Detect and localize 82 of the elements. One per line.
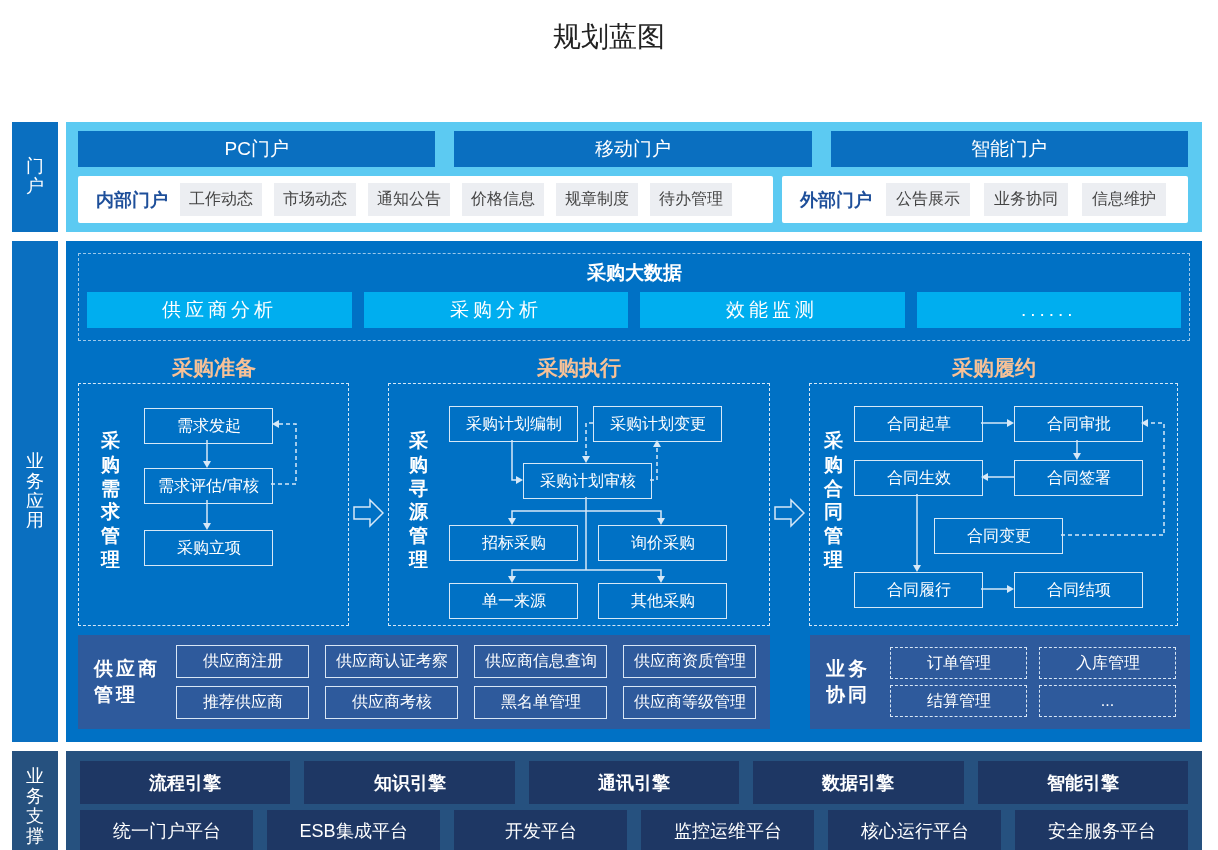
- platform-tile: ESB集成平台: [267, 810, 440, 850]
- portal-tag: 价格信息: [462, 183, 544, 216]
- portal-tag: 业务协同: [984, 183, 1068, 216]
- analysis-tile: 效能监测: [640, 292, 905, 328]
- engine-tile: 知识引擎: [304, 761, 515, 804]
- analysis-tile: 采购分析: [363, 292, 628, 328]
- flow-arrow: [582, 422, 594, 463]
- module-item: 推荐供应商: [176, 686, 309, 719]
- flow-node: 招标采购: [449, 525, 578, 561]
- module-item: 供应商资质管理: [623, 645, 756, 678]
- flow-node: 询价采购: [598, 525, 727, 561]
- platform-tile: 核心运行平台: [828, 810, 1001, 850]
- portal-tag: 公告展示: [886, 183, 970, 216]
- layer-label: 业务应用: [12, 241, 58, 742]
- module-item: 供应商信息查询: [474, 645, 607, 678]
- portal-tag: 工作动态: [180, 183, 262, 216]
- analysis-tile: 供应商分析: [87, 292, 352, 328]
- flow-node: 合同生效: [854, 460, 983, 496]
- module-item: ...: [1039, 685, 1176, 717]
- flow-node: 合同起草: [854, 406, 983, 442]
- flow-arrow: [649, 440, 661, 481]
- stage-title: 采购履约: [950, 355, 1037, 381]
- stage-side-label: 采购合同管理: [824, 429, 843, 572]
- platform-tile: 统一门户平台: [80, 810, 253, 850]
- module-item: 订单管理: [890, 647, 1027, 679]
- stage-title: 采购执行: [536, 355, 622, 381]
- flow-arrow: [203, 499, 211, 530]
- hollow-arrow-icon: [774, 498, 805, 528]
- flow-arrow: [981, 473, 1015, 481]
- flow-arrow: [980, 585, 1014, 593]
- flow-node: 采购立项: [144, 530, 273, 566]
- platform-tile: 监控运维平台: [641, 810, 814, 850]
- flow-node: 采购计划审核: [523, 463, 652, 499]
- engine-tile: 流程引擎: [80, 761, 291, 804]
- flow-node: 需求发起: [144, 408, 273, 444]
- flow-node: 单一来源: [449, 583, 578, 619]
- portal-tag: 市场动态: [274, 183, 356, 216]
- module-item: 供应商认证考察: [325, 645, 458, 678]
- engine-tile: 智能引擎: [977, 761, 1188, 804]
- flow-node: 合同审批: [1014, 406, 1143, 442]
- stage-side-label: 采购需求管理: [101, 429, 120, 572]
- flow-node: 合同结项: [1014, 572, 1143, 608]
- engine-tile: 通讯引擎: [528, 761, 740, 804]
- flow-node: 其他采购: [598, 583, 727, 619]
- analysis-tile: ......: [916, 292, 1181, 328]
- portal-channel: 移动门户: [454, 131, 812, 167]
- panel-title: 外部门户: [800, 188, 872, 212]
- portal-channel: PC门户: [78, 131, 436, 167]
- module-item: 供应商注册: [176, 645, 309, 678]
- panel-title: 供应商管理: [94, 657, 161, 707]
- panel-title: 业务协同: [826, 657, 871, 707]
- flow-node: 合同变更: [934, 518, 1063, 554]
- flow-arrow: [203, 439, 211, 468]
- platform-tile: 开发平台: [454, 810, 627, 850]
- portal-tag: 规章制度: [556, 183, 638, 216]
- module-item: 供应商考核: [325, 686, 458, 719]
- stage-title: 采购准备: [170, 355, 257, 381]
- portal-tag: 通知公告: [368, 183, 450, 216]
- section-title: 采购大数据: [586, 261, 682, 285]
- hollow-arrow-icon: [353, 498, 384, 528]
- module-item: 结算管理: [890, 685, 1027, 717]
- stage-side-label: 采购寻源管理: [409, 429, 428, 572]
- flow-node: 合同签署: [1014, 460, 1143, 496]
- layer-label: 业务支撑: [12, 751, 58, 850]
- engine-tile: 数据引擎: [753, 761, 964, 804]
- page-title: 规划蓝图: [553, 21, 665, 52]
- portal-tag: 待办管理: [650, 183, 732, 216]
- flow-node: 合同履行: [854, 572, 983, 608]
- flow-node: 需求评估/审核: [144, 468, 273, 504]
- module-item: 供应商等级管理: [623, 686, 756, 719]
- module-item: 黑名单管理: [474, 686, 607, 719]
- flow-arrow: [511, 439, 523, 484]
- portal-tag: 信息维护: [1082, 183, 1166, 216]
- flow-node: 采购计划变更: [593, 406, 722, 442]
- flow-arrow: [980, 419, 1014, 427]
- layer-label: 门户: [12, 122, 58, 232]
- portal-channel: 智能门户: [830, 131, 1188, 167]
- flow-node: 采购计划编制: [449, 406, 578, 442]
- module-item: 入库管理: [1039, 647, 1176, 679]
- panel-title: 内部门户: [96, 188, 168, 212]
- platform-tile: 安全服务平台: [1015, 810, 1188, 850]
- flow-arrow: [270, 420, 297, 485]
